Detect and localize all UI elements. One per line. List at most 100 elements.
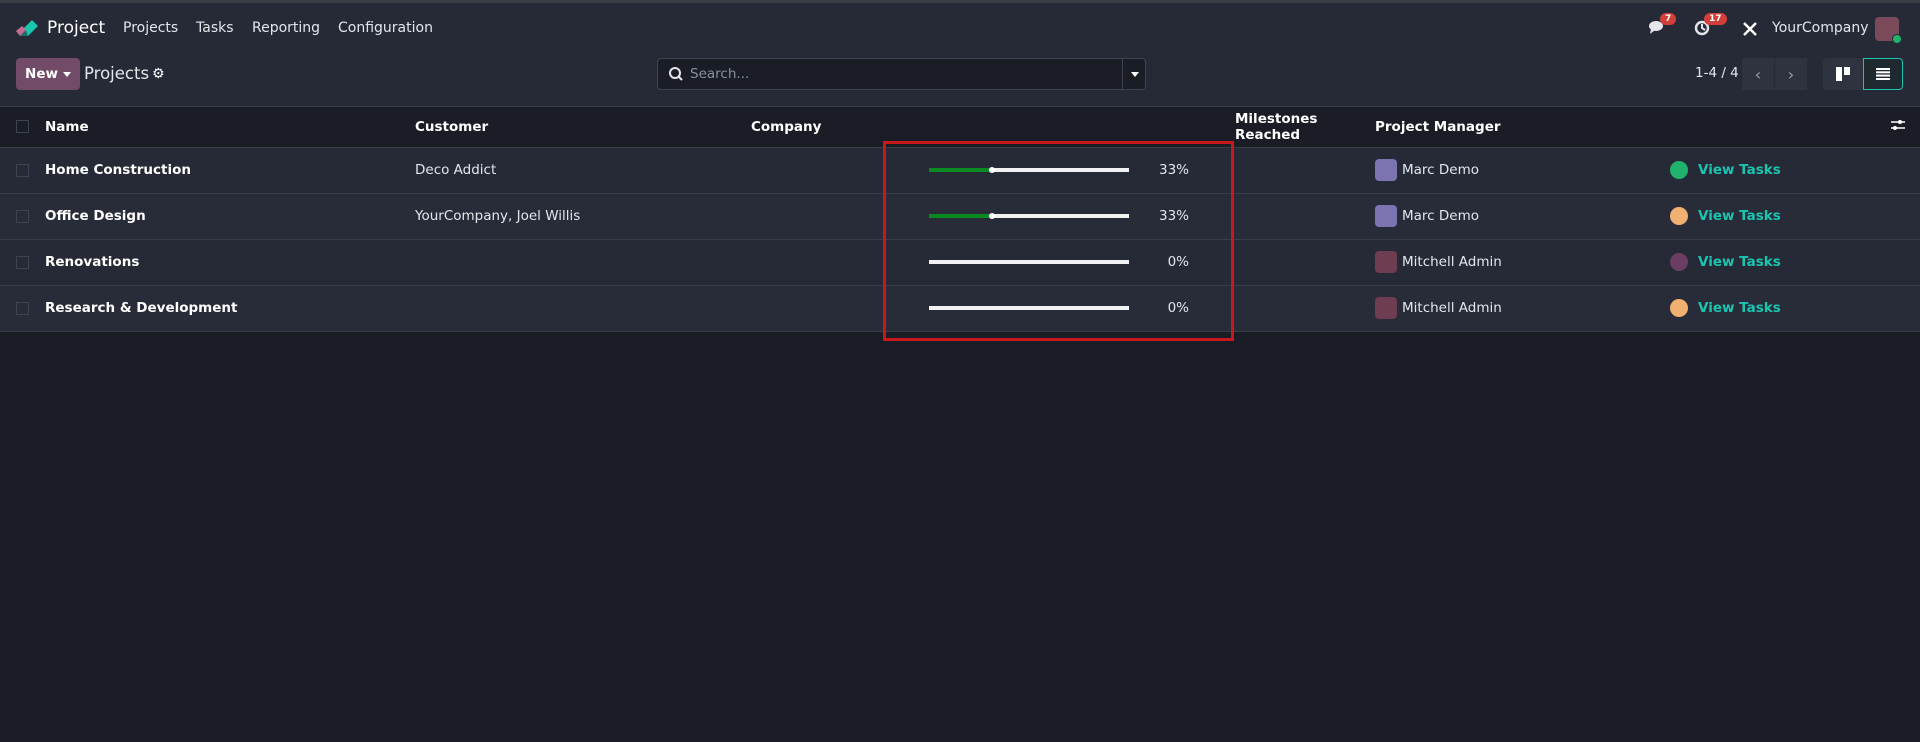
project-name: Research & Development	[45, 285, 415, 332]
status-dot-icon[interactable]	[1670, 299, 1688, 317]
milestones-cell	[1235, 239, 1375, 286]
messages-badge: 7	[1660, 13, 1677, 25]
new-button[interactable]: New	[16, 58, 80, 90]
optional-columns-icon[interactable]	[1890, 118, 1906, 132]
milestone-percent: 0%	[1167, 300, 1189, 316]
progress-handle-icon	[988, 213, 995, 219]
kanban-view-button[interactable]	[1823, 58, 1863, 90]
menu-projects[interactable]: Projects	[123, 20, 178, 36]
milestone-percent: 0%	[1167, 254, 1189, 270]
view-tasks-link[interactable]: View Tasks	[1698, 300, 1781, 316]
column-name[interactable]: Name	[45, 107, 415, 148]
manager-name: Mitchell Admin	[1402, 254, 1502, 270]
status-actions: View Tasks	[1670, 239, 1920, 286]
messages-button[interactable]: 7	[1648, 13, 1677, 37]
customer	[415, 239, 751, 286]
milestone-progress-fill	[929, 213, 995, 219]
project-manager: Mitchell Admin	[1375, 285, 1670, 332]
select-all-checkbox[interactable]	[16, 120, 29, 134]
project-manager: Mitchell Admin	[1375, 239, 1670, 286]
milestone-progress-bar	[929, 260, 1129, 264]
column-company[interactable]: Company	[751, 107, 1235, 148]
kanban-icon	[1836, 67, 1850, 81]
company: 33%	[751, 193, 1235, 240]
breadcrumb: Projects	[84, 64, 150, 83]
gear-icon[interactable]: ⚙	[152, 66, 165, 82]
column-project-manager[interactable]: Project Manager	[1375, 107, 1670, 148]
progress-handle-icon	[988, 167, 995, 173]
customer	[415, 285, 751, 332]
status-dot-icon[interactable]	[1670, 207, 1688, 225]
manager-avatar	[1375, 159, 1397, 181]
app-name[interactable]: Project	[47, 18, 105, 38]
status-dot-icon[interactable]	[1670, 161, 1688, 179]
top-navbar: Project Projects Tasks Reporting Configu…	[0, 3, 1920, 52]
table-row[interactable]: Home Construction Deco Addict 33% Marc D…	[0, 147, 1920, 194]
manager-name: Mitchell Admin	[1402, 300, 1502, 316]
caret-down-icon	[62, 71, 71, 77]
row-checkbox[interactable]	[16, 255, 29, 269]
manager-avatar	[1375, 251, 1397, 273]
project-name: Renovations	[45, 239, 415, 286]
view-tasks-link[interactable]: View Tasks	[1698, 208, 1781, 224]
view-tasks-link[interactable]: View Tasks	[1698, 254, 1781, 270]
list-icon	[1876, 68, 1890, 80]
activities-button[interactable]: 17	[1694, 13, 1727, 37]
milestone-percent: 33%	[1158, 208, 1189, 224]
pager-previous-button[interactable]: ‹	[1742, 58, 1774, 90]
milestones-cell	[1235, 285, 1375, 332]
company: 0%	[751, 285, 1235, 332]
chevron-left-icon: ‹	[1754, 64, 1762, 84]
menu-configuration[interactable]: Configuration	[338, 20, 433, 36]
table-row[interactable]: Renovations 0% Mitchell Admin View Tasks	[0, 239, 1920, 286]
row-checkbox[interactable]	[16, 301, 29, 315]
new-label: New	[25, 66, 58, 82]
search-options-toggle[interactable]	[1122, 59, 1146, 89]
milestone-progress-bar	[929, 167, 1129, 173]
column-customer[interactable]: Customer	[415, 107, 751, 148]
pager-value[interactable]: 1-4 / 4	[1695, 65, 1739, 81]
status-actions: View Tasks	[1670, 285, 1920, 332]
menu-reporting[interactable]: Reporting	[252, 20, 320, 36]
project-name: Home Construction	[45, 147, 415, 194]
table-row[interactable]: Research & Development 0% Mitchell Admin…	[0, 285, 1920, 332]
pager-next-button[interactable]: ›	[1775, 58, 1807, 90]
company-switcher[interactable]: YourCompany	[1772, 20, 1869, 36]
status-dot-icon[interactable]	[1670, 253, 1688, 271]
manager-avatar	[1375, 205, 1397, 227]
menu-tasks[interactable]: Tasks	[196, 20, 234, 36]
search-input[interactable]	[690, 59, 1110, 89]
project-manager: Marc Demo	[1375, 193, 1670, 240]
table-row[interactable]: Office Design YourCompany, Joel Willis 3…	[0, 193, 1920, 240]
column-milestones[interactable]: Milestones Reached	[1235, 107, 1375, 148]
company: 0%	[751, 239, 1235, 286]
milestones-cell	[1235, 147, 1375, 194]
manager-name: Marc Demo	[1402, 162, 1479, 178]
search-bar	[657, 58, 1146, 90]
table-header: Name Customer Company Milestones Reached…	[0, 107, 1920, 148]
manager-avatar	[1375, 297, 1397, 319]
chevron-right-icon: ›	[1787, 64, 1795, 84]
activities-badge: 17	[1704, 13, 1727, 25]
row-checkbox[interactable]	[16, 209, 29, 223]
view-tasks-link[interactable]: View Tasks	[1698, 162, 1781, 178]
row-checkbox[interactable]	[16, 163, 29, 177]
control-panel: New Projects ⚙ 1-4 / 4 ‹ ›	[0, 52, 1920, 107]
online-status-icon	[1892, 34, 1902, 44]
debug-tools-icon[interactable]	[1742, 21, 1758, 37]
milestone-progress-bar	[929, 213, 1129, 219]
status-actions: View Tasks	[1670, 147, 1920, 194]
list-view-button[interactable]	[1863, 58, 1903, 90]
company: 33%	[751, 147, 1235, 194]
user-avatar[interactable]	[1875, 17, 1902, 44]
milestone-progress-fill	[929, 167, 995, 173]
projects-table: Name Customer Company Milestones Reached…	[0, 107, 1920, 332]
project-name: Office Design	[45, 193, 415, 240]
milestone-progress-bar	[929, 306, 1129, 310]
project-app-logo-icon[interactable]	[14, 18, 38, 38]
search-icon	[669, 67, 683, 81]
customer: YourCompany, Joel Willis	[415, 193, 751, 240]
milestone-percent: 33%	[1158, 162, 1189, 178]
status-actions: View Tasks	[1670, 193, 1920, 240]
caret-down-icon	[1130, 71, 1139, 77]
